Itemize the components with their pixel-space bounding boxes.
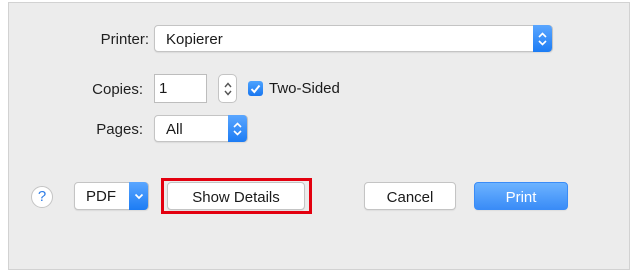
updown-chevron-icon (223, 81, 232, 96)
copies-stepper[interactable] (218, 74, 237, 103)
highlight-box (161, 178, 312, 214)
pages-label: Pages: (96, 121, 143, 138)
printer-value: Kopierer (166, 31, 223, 48)
two-sided-checkbox[interactable] (248, 81, 263, 96)
print-button[interactable]: Print (474, 182, 568, 210)
pdf-menu-button[interactable]: PDF (74, 182, 149, 210)
updown-chevron-icon (533, 25, 552, 52)
pages-value: All (166, 121, 183, 138)
checkmark-icon (250, 84, 261, 94)
printer-select[interactable]: Kopierer (154, 25, 553, 52)
chevron-down-icon (129, 182, 148, 210)
print-dialog: Printer: Kopierer Copies: 1 Two-Sided Pa… (8, 2, 630, 270)
print-label: Print (505, 189, 537, 206)
two-sided-label: Two-Sided (269, 80, 340, 97)
cancel-label: Cancel (386, 189, 434, 206)
copies-input[interactable]: 1 (154, 74, 207, 103)
cancel-button[interactable]: Cancel (364, 182, 456, 210)
help-icon: ? (37, 188, 47, 205)
copies-label: Copies: (92, 81, 143, 98)
pdf-label: PDF (86, 188, 116, 205)
printer-label: Printer: (100, 31, 149, 48)
pages-select[interactable]: All (154, 115, 248, 142)
help-button[interactable]: ? (31, 186, 53, 208)
copies-value: 1 (159, 80, 168, 97)
updown-chevron-icon (228, 115, 247, 142)
